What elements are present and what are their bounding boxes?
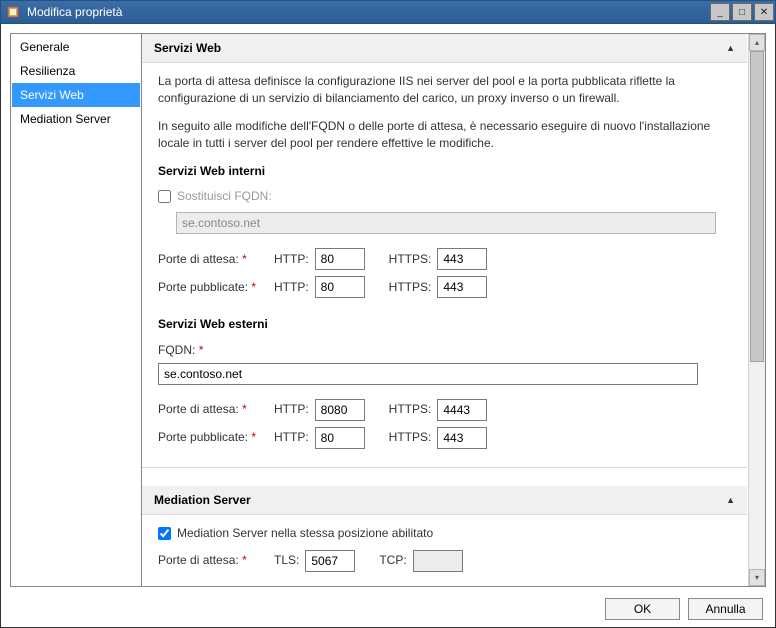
section-title: Servizi Web (154, 41, 221, 55)
external-fqdn-label: FQDN: (158, 343, 195, 357)
maximize-button[interactable]: □ (732, 3, 752, 21)
sidebar-item-label: Mediation Server (20, 112, 111, 126)
collapse-icon[interactable]: ▲ (726, 495, 735, 505)
minimize-button[interactable]: _ (710, 3, 730, 21)
content-panel: Servizi Web ▲ La porta di attesa definis… (142, 33, 766, 587)
titlebar: Modifica proprietà _ □ ✕ (0, 0, 776, 24)
external-publish-https-input[interactable] (437, 427, 487, 449)
collocated-mediation-checkbox[interactable] (158, 527, 171, 540)
https-label: HTTPS: (389, 279, 432, 296)
external-listen-http-input[interactable] (315, 399, 365, 421)
scroll-down-icon[interactable]: ▾ (749, 569, 765, 586)
external-listen-https-input[interactable] (437, 399, 487, 421)
https-label: HTTPS: (389, 251, 432, 268)
mediation-tls-input[interactable] (305, 550, 355, 572)
internal-fqdn-input (176, 212, 716, 234)
tcp-label: TCP: (379, 552, 406, 569)
collocated-mediation-label: Mediation Server nella stessa posizione … (177, 525, 433, 542)
internal-listen-https-input[interactable] (437, 248, 487, 270)
ok-button[interactable]: OK (605, 598, 680, 620)
external-listen-label: Porte di attesa: * (158, 401, 264, 418)
http-label: HTTP: (274, 429, 309, 446)
scroll-thumb[interactable] (750, 51, 764, 362)
internal-publish-https-input[interactable] (437, 276, 487, 298)
internal-publish-label: Porte pubblicate: * (158, 279, 264, 296)
sidebar-item-label: Resilienza (20, 64, 75, 78)
app-icon (1, 5, 25, 19)
external-publish-label: Porte pubblicate: * (158, 429, 264, 446)
scroll-up-icon[interactable]: ▴ (749, 34, 765, 51)
http-label: HTTP: (274, 251, 309, 268)
sidebar-item-resilienza[interactable]: Resilienza (12, 59, 140, 83)
sidebar-item-label: Generale (20, 40, 69, 54)
section-title: Mediation Server (154, 493, 251, 507)
https-label: HTTPS: (389, 401, 432, 418)
scrollbar[interactable]: ▴ ▾ (748, 34, 765, 586)
sidebar-item-mediation-server[interactable]: Mediation Server (12, 107, 140, 131)
mediation-tcp-input (413, 550, 463, 572)
mediation-listen-label: Porte di attesa: * (158, 552, 264, 569)
internal-listen-http-input[interactable] (315, 248, 365, 270)
override-fqdn-checkbox[interactable] (158, 190, 171, 203)
http-label: HTTP: (274, 401, 309, 418)
https-label: HTTPS: (389, 429, 432, 446)
sidebar-item-generale[interactable]: Generale (12, 35, 140, 59)
description-text-2: In seguito alle modifiche dell'FQDN o de… (158, 118, 731, 153)
window-title: Modifica proprietà (25, 5, 709, 19)
section-header-mediation[interactable]: Mediation Server ▲ (142, 486, 747, 515)
override-fqdn-label: Sostituisci FQDN: (177, 188, 272, 205)
internal-publish-http-input[interactable] (315, 276, 365, 298)
http-label: HTTP: (274, 279, 309, 296)
external-publish-http-input[interactable] (315, 427, 365, 449)
close-button[interactable]: ✕ (754, 3, 774, 21)
internal-listen-label: Porte di attesa: * (158, 251, 264, 268)
cancel-button[interactable]: Annulla (688, 598, 763, 620)
heading-internal: Servizi Web interni (158, 163, 731, 180)
sidebar-item-servizi-web[interactable]: Servizi Web (12, 83, 140, 107)
nav-sidebar: Generale Resilienza Servizi Web Mediatio… (10, 33, 142, 587)
section-header-servizi-web[interactable]: Servizi Web ▲ (142, 34, 747, 63)
collapse-icon[interactable]: ▲ (726, 43, 735, 53)
sidebar-item-label: Servizi Web (20, 88, 84, 102)
heading-external: Servizi Web esterni (158, 316, 731, 333)
description-text-1: La porta di attesa definisce la configur… (158, 73, 731, 108)
tls-label: TLS: (274, 552, 299, 569)
external-fqdn-input[interactable] (158, 363, 698, 385)
